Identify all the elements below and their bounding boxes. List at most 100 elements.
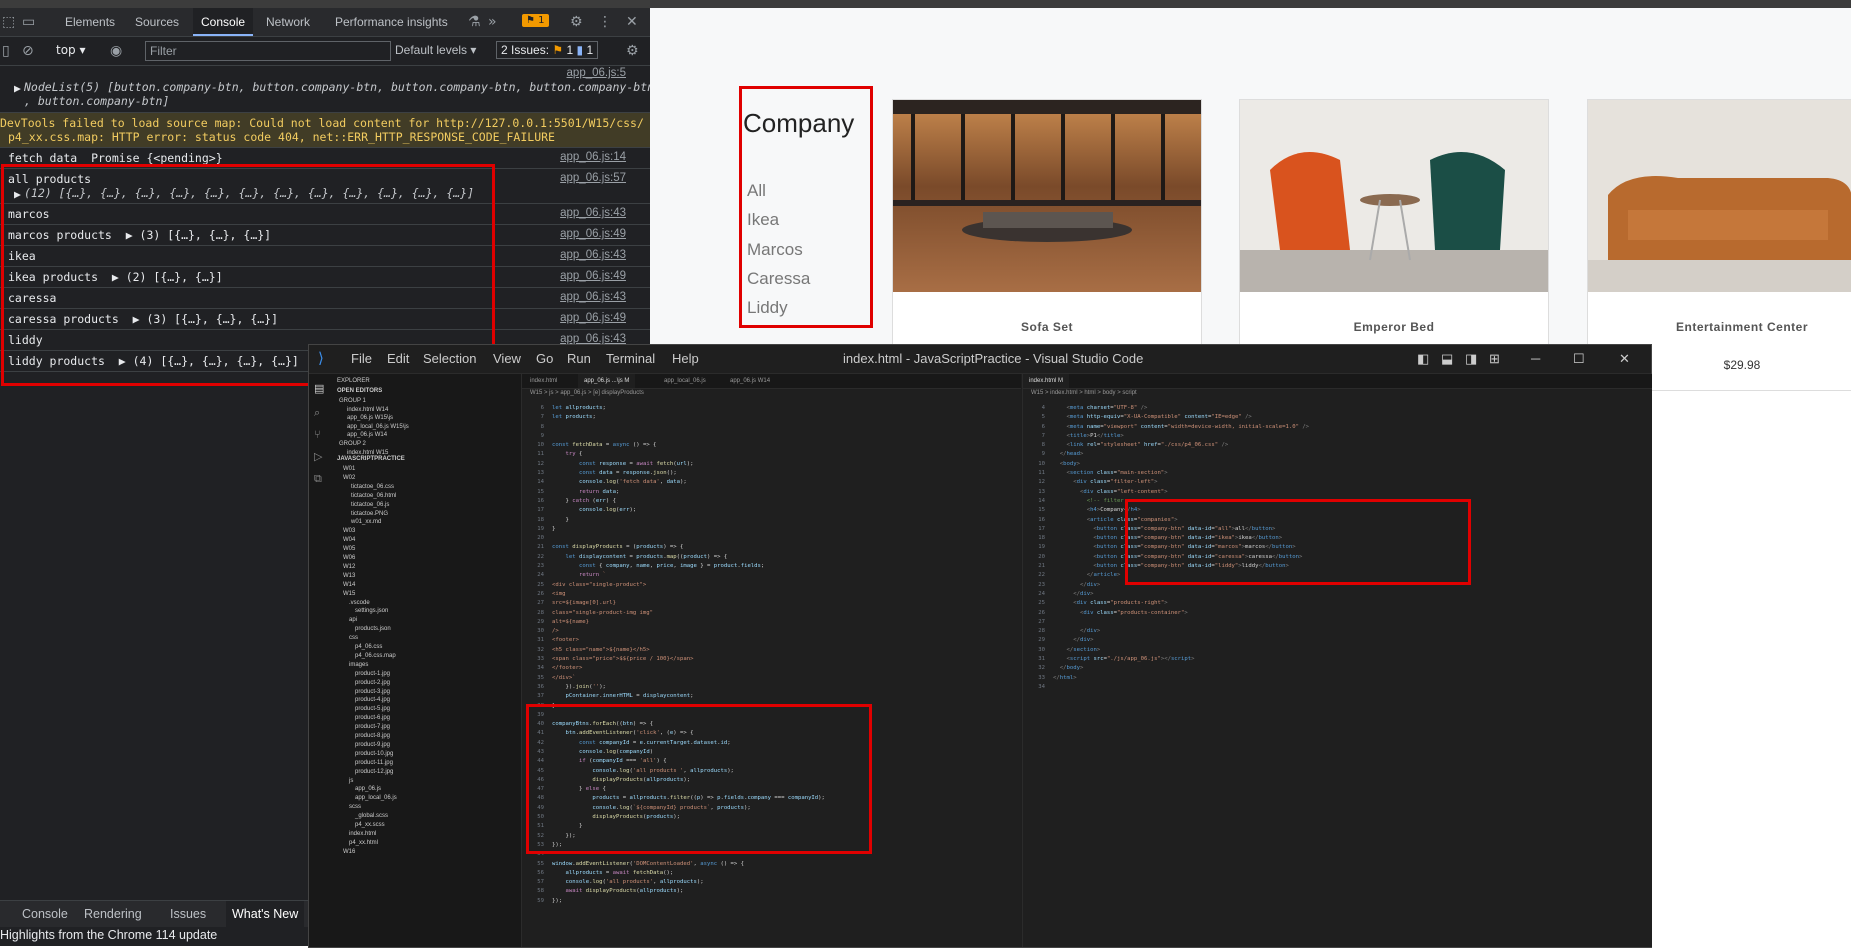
- tab-performance-insights[interactable]: Performance insights: [335, 8, 448, 36]
- maximize-icon[interactable]: ☐: [1573, 351, 1585, 367]
- file-tree-item[interactable]: tictactoe_06.css: [351, 484, 394, 490]
- console-source-link[interactable]: app_06.js:49: [560, 228, 626, 240]
- close-window-icon[interactable]: ✕: [1619, 351, 1630, 367]
- drawer-tab-console[interactable]: Console: [22, 901, 68, 927]
- file-tree-item[interactable]: tictactoe.PNG: [351, 511, 388, 517]
- file-tree-item[interactable]: product-10.jpg: [355, 751, 393, 757]
- console-source-link[interactable]: app_06.js:43: [560, 249, 626, 261]
- file-tree-item[interactable]: p4_06.css: [355, 644, 382, 650]
- issues-counter-button[interactable]: 2 Issues: ⚑ 1 ▮ 1: [496, 41, 599, 59]
- open-editors-header[interactable]: OPEN EDITORS: [337, 388, 382, 394]
- file-tree-item[interactable]: app_06.js W14: [347, 432, 387, 438]
- file-tree-item[interactable]: p4_06.css.map: [355, 653, 396, 659]
- file-tree-item[interactable]: settings.json: [355, 608, 388, 614]
- run-debug-icon[interactable]: ▷: [314, 450, 322, 463]
- settings-gear-icon[interactable]: ⚙: [570, 14, 583, 30]
- file-tree-item[interactable]: W14: [343, 582, 355, 588]
- source-control-icon[interactable]: ⑂: [314, 428, 321, 441]
- file-tree-item[interactable]: product-11.jpg: [355, 760, 393, 766]
- file-tree-item[interactable]: products.json: [355, 626, 391, 632]
- menu-selection[interactable]: Selection: [423, 351, 476, 366]
- company-btn-caressa[interactable]: Caressa: [747, 269, 810, 289]
- company-btn-ikea[interactable]: Ikea: [747, 210, 779, 230]
- tab-index-html-w15[interactable]: index.html M: [1023, 374, 1070, 388]
- company-btn-all[interactable]: All: [747, 181, 766, 201]
- file-tree-item[interactable]: W02: [343, 475, 355, 481]
- expand-arrow-icon[interactable]: ▶: [14, 81, 21, 95]
- file-tree-item[interactable]: product-4.jpg: [355, 697, 390, 703]
- workspace-header[interactable]: JAVASCRIPTPRACTICE: [337, 456, 405, 462]
- log-levels-select[interactable]: Default levels ▾: [395, 43, 476, 57]
- file-tree-item[interactable]: product-7.jpg: [355, 724, 390, 730]
- filter-input[interactable]: Filter: [145, 41, 391, 61]
- more-tabs-icon[interactable]: »: [488, 14, 497, 30]
- console-source-link[interactable]: app_06.js:57: [560, 172, 626, 184]
- console-source-link[interactable]: app_06.js:49: [560, 270, 626, 282]
- file-tree-item[interactable]: W06: [343, 555, 355, 561]
- menu-run[interactable]: Run: [567, 351, 591, 366]
- console-source-link[interactable]: app_06.js:49: [560, 312, 626, 324]
- console-source-link[interactable]: app_06.js:43: [560, 291, 626, 303]
- file-tree-item[interactable]: index.html W14: [347, 407, 388, 413]
- file-tree-item[interactable]: w01_xx.md: [351, 519, 381, 525]
- file-tree-item[interactable]: product-12.jpg: [355, 769, 393, 775]
- file-tree-item[interactable]: p4_xx.scss: [355, 822, 385, 828]
- file-tree-item[interactable]: W13: [343, 573, 355, 579]
- sidebar-toggle-icon[interactable]: ▯: [2, 43, 10, 59]
- console-source-link[interactable]: app_06.js:43: [560, 207, 626, 219]
- kebab-menu-icon[interactable]: ⋮: [598, 14, 612, 30]
- file-tree-item[interactable]: W15: [343, 591, 355, 597]
- file-tree-item[interactable]: app_06.js W15\js: [347, 415, 393, 421]
- file-tree-item[interactable]: _global.scss: [355, 813, 388, 819]
- file-tree-item[interactable]: product-8.jpg: [355, 733, 390, 739]
- company-btn-marcos[interactable]: Marcos: [747, 240, 803, 260]
- close-icon[interactable]: ✕: [626, 14, 638, 30]
- clear-console-icon[interactable]: ⊘: [22, 43, 34, 59]
- drawer-tab-issues[interactable]: Issues: [170, 901, 206, 927]
- company-btn-liddy[interactable]: Liddy: [747, 298, 788, 318]
- file-tree-item[interactable]: css: [349, 635, 358, 641]
- issues-badge[interactable]: ⚑ 1: [522, 14, 549, 27]
- file-tree-item[interactable]: .vscode: [349, 600, 370, 606]
- tab-index-html[interactable]: index.html: [530, 378, 557, 384]
- file-tree-item[interactable]: product-9.jpg: [355, 742, 390, 748]
- file-tree-item[interactable]: index.html: [349, 831, 376, 837]
- console-source-link[interactable]: app_06.js:14: [560, 151, 626, 163]
- file-tree-item[interactable]: tictactoe_06.js: [351, 502, 389, 508]
- file-tree-item[interactable]: product-3.jpg: [355, 689, 390, 695]
- tab-console[interactable]: Console: [193, 8, 254, 36]
- menu-edit[interactable]: Edit: [387, 351, 409, 366]
- extensions-icon[interactable]: ⧉: [314, 472, 322, 486]
- menu-view[interactable]: View: [493, 351, 521, 366]
- file-tree-item[interactable]: app_06.js: [355, 786, 381, 792]
- drawer-tab-whats-new[interactable]: What's New: [226, 901, 305, 927]
- file-tree-item[interactable]: W01: [343, 466, 355, 472]
- eye-icon[interactable]: ◉: [110, 43, 122, 59]
- file-tree-item[interactable]: product-6.jpg: [355, 715, 390, 721]
- console-source-link[interactable]: app_06.js:5: [567, 67, 626, 79]
- inspect-icon[interactable]: ⬚: [2, 14, 15, 30]
- file-tree-item[interactable]: W04: [343, 537, 355, 543]
- file-tree-item[interactable]: W03: [343, 528, 355, 534]
- drawer-tab-rendering[interactable]: Rendering: [84, 901, 142, 927]
- tab-app-local-06-js[interactable]: app_local_06.js: [664, 378, 706, 384]
- explorer-icon[interactable]: ▤: [314, 382, 324, 395]
- file-tree-item[interactable]: app_local_06.js W15\js: [347, 424, 409, 430]
- file-tree-item[interactable]: images: [349, 662, 368, 668]
- toggle-sidebar-icon[interactable]: ◧: [1417, 351, 1429, 367]
- file-tree-item[interactable]: scss: [349, 804, 361, 810]
- device-toggle-icon[interactable]: ▭: [22, 14, 35, 30]
- file-tree-item[interactable]: js: [349, 778, 353, 784]
- minimize-icon[interactable]: ─: [1531, 351, 1540, 366]
- toggle-panel-icon[interactable]: ⬓: [1441, 351, 1453, 367]
- tab-app-06-js[interactable]: app_06.js ...\js M: [578, 374, 636, 388]
- file-tree-item[interactable]: W16: [343, 849, 355, 855]
- file-tree-item[interactable]: app_local_06.js: [355, 795, 397, 801]
- file-tree-item[interactable]: GROUP 1: [339, 398, 366, 404]
- file-tree-item[interactable]: api: [349, 617, 357, 623]
- menu-file[interactable]: File: [351, 351, 372, 366]
- tab-sources[interactable]: Sources: [135, 8, 179, 36]
- tab-elements[interactable]: Elements: [65, 8, 115, 36]
- tab-app-06-js-w14[interactable]: app_06.js W14: [730, 378, 770, 384]
- file-tree-item[interactable]: W05: [343, 546, 355, 552]
